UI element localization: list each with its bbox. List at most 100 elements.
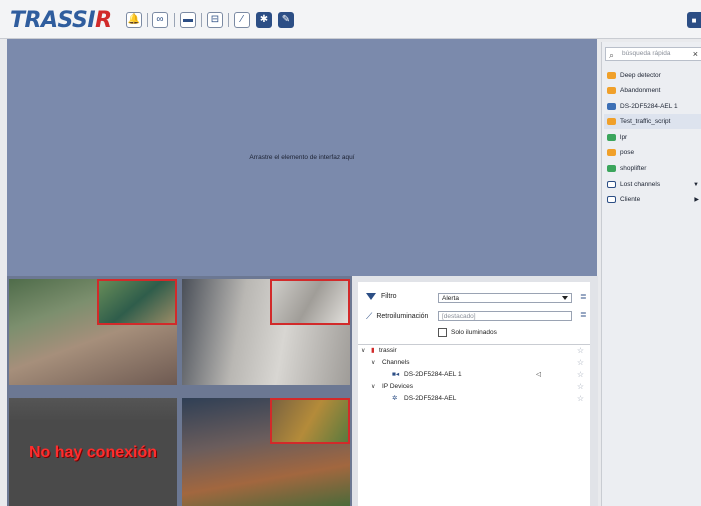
- list-item-label: DS-2DF5284-AEL 1: [620, 103, 678, 110]
- search-placeholder: búsqueda rápida: [622, 50, 671, 57]
- star-icon[interactable]: ☆: [577, 381, 584, 393]
- filter-select-value: Alerta: [442, 295, 459, 302]
- list-item-label: Lost channels: [620, 181, 661, 188]
- list-item-label: Deep detector: [620, 72, 661, 79]
- star-icon[interactable]: ☆: [577, 369, 584, 381]
- backlight-input[interactable]: [destacado]: [438, 311, 572, 321]
- camera-tile[interactable]: [182, 398, 350, 506]
- chevron-down-icon[interactable]: ∨: [361, 345, 365, 357]
- chevron-down-icon[interactable]: ∨: [371, 381, 375, 393]
- list-item[interactable]: DS-2DF5284-AEL 1: [604, 99, 701, 114]
- camera-tile-offline[interactable]: No hay conexión: [9, 398, 177, 506]
- list-item[interactable]: Lost channels ▼: [604, 177, 701, 192]
- script-icon: [607, 165, 616, 172]
- toolbar-divider: [147, 13, 148, 27]
- list-item-label: pose: [620, 149, 635, 156]
- star-icon[interactable]: ☆: [577, 393, 584, 405]
- script-icon: [607, 87, 616, 94]
- quick-search-input[interactable]: ⌕ búsqueda rápida ×: [605, 47, 701, 61]
- tree-row-root[interactable]: ∨ ▮ trassir ☆: [358, 345, 590, 357]
- search-icon: ⌕: [609, 50, 615, 60]
- brush-icon: ⟋: [366, 311, 373, 321]
- picture-in-picture: [270, 279, 350, 325]
- object-tree-panel: ⌕ búsqueda rápida × Deep detector Abando…: [601, 42, 701, 506]
- script-icon: [607, 134, 616, 141]
- folder-icon: [607, 196, 616, 203]
- server-icon: ▮: [371, 347, 375, 354]
- chat-icon[interactable]: ▬: [180, 12, 196, 28]
- camera-grid: No hay conexión: [7, 276, 352, 506]
- only-lit-checkbox[interactable]: Solo iluminados: [438, 328, 497, 337]
- tree-row-channels[interactable]: ∨ Channels ☆: [358, 357, 590, 369]
- camera-tile[interactable]: [9, 279, 177, 385]
- tree-channel-label: DS-2DF5284-AEL 1: [404, 371, 462, 378]
- camera-noise: [9, 398, 177, 422]
- script-icon: [607, 118, 616, 125]
- list-item-label: lpr: [620, 134, 628, 141]
- layout-icon[interactable]: ⊟: [207, 12, 223, 28]
- drop-zone-hint: Arrastre el elemento de interfaz aquí: [249, 154, 355, 161]
- close-icon[interactable]: ×: [693, 48, 698, 60]
- filter-panel-body: Filtro Alerta ≣ ⟋ Retroiluminación [dest…: [358, 282, 590, 506]
- interface-drop-zone[interactable]: Arrastre el elemento de interfaz aquí: [7, 39, 597, 276]
- camera-icon: ■◂: [392, 371, 400, 378]
- checkbox-box[interactable]: [438, 328, 447, 337]
- chevron-down-icon[interactable]: ∨: [371, 357, 375, 369]
- list-item-label: Cliente: [620, 196, 641, 203]
- toolbar-divider: [228, 13, 229, 27]
- list-item[interactable]: lpr: [604, 130, 701, 145]
- speaker-icon[interactable]: ◁: [536, 369, 541, 381]
- filter-select[interactable]: Alerta: [438, 293, 572, 303]
- tree-ip-device-label: DS-2DF5284-AEL: [404, 395, 457, 402]
- filter-panel: Filtro Alerta ≣ ⟋ Retroiluminación [dest…: [352, 276, 598, 506]
- script-icon: [607, 72, 616, 79]
- script-icon: [607, 149, 616, 156]
- list-item[interactable]: pose: [604, 145, 701, 160]
- tree-ip-devices-label: IP Devices: [382, 383, 413, 390]
- tree-channels-label: Channels: [382, 359, 410, 366]
- list-options-icon[interactable]: ≣: [580, 292, 587, 301]
- puzzle-icon[interactable]: ✱: [256, 12, 272, 28]
- folder-icon: [607, 181, 616, 188]
- tree-row-ip-devices[interactable]: ∨ IP Devices ☆: [358, 381, 590, 393]
- list-item[interactable]: Deep detector: [604, 68, 701, 83]
- edit-icon[interactable]: ✎: [278, 12, 294, 28]
- camera-icon: [607, 103, 616, 110]
- picture-in-picture: [270, 398, 350, 444]
- bell-icon[interactable]: 🔔: [126, 12, 142, 28]
- no-connection-label: No hay conexión: [28, 444, 158, 461]
- magic-wand-icon[interactable]: ⁄: [234, 12, 250, 28]
- toolbar-divider: [201, 13, 202, 27]
- tree-row-channel[interactable]: ■◂ DS-2DF5284-AEL 1 ◁ ☆: [358, 369, 590, 381]
- tree-row-ip-device[interactable]: ✲ DS-2DF5284-AEL ☆: [358, 393, 590, 405]
- list-item[interactable]: shoplifter: [604, 161, 701, 176]
- filter-row: Filtro: [366, 293, 397, 300]
- star-icon[interactable]: ☆: [577, 345, 584, 357]
- voicemail-icon[interactable]: ∞: [152, 12, 168, 28]
- trassir-logo: TRASSIR: [10, 8, 112, 33]
- tree-root-label: trassir: [379, 347, 397, 354]
- list-item-label: Abandonment: [620, 87, 661, 94]
- filter-label: Filtro: [381, 293, 397, 300]
- chevron-down-icon[interactable]: ▼: [693, 182, 699, 188]
- backlight-label: Retroiluminación: [376, 313, 429, 320]
- chevron-right-icon[interactable]: ▶: [694, 196, 699, 203]
- camera-icon[interactable]: ■: [687, 12, 701, 28]
- list-item[interactable]: Cliente ▶: [604, 192, 701, 207]
- filter-icon: [366, 293, 376, 300]
- list-item[interactable]: Test_traffic_script: [604, 114, 701, 129]
- camera-tile[interactable]: [182, 279, 350, 385]
- list-item-label: shoplifter: [620, 165, 647, 172]
- list-item[interactable]: Abandonment: [604, 83, 701, 98]
- backlight-row: ⟋ Retroiluminación: [366, 311, 428, 322]
- only-lit-label: Solo iluminados: [451, 329, 497, 336]
- picture-in-picture: [97, 279, 177, 325]
- device-tree: ∨ ▮ trassir ☆ ∨ Channels ☆ ■◂ DS-2DF5284…: [358, 344, 590, 405]
- chevron-down-icon: [562, 296, 568, 300]
- list-item-label: Test_traffic_script: [620, 118, 671, 125]
- list-options-icon[interactable]: ≣: [580, 310, 587, 319]
- ptz-camera-icon: ✲: [392, 395, 398, 402]
- toolbar-divider: [174, 13, 175, 27]
- top-toolbar: TRASSIR 🔔 ∞ ▬ ⊟ ⁄ ✱ ✎ ■: [0, 0, 701, 39]
- star-icon[interactable]: ☆: [577, 357, 584, 369]
